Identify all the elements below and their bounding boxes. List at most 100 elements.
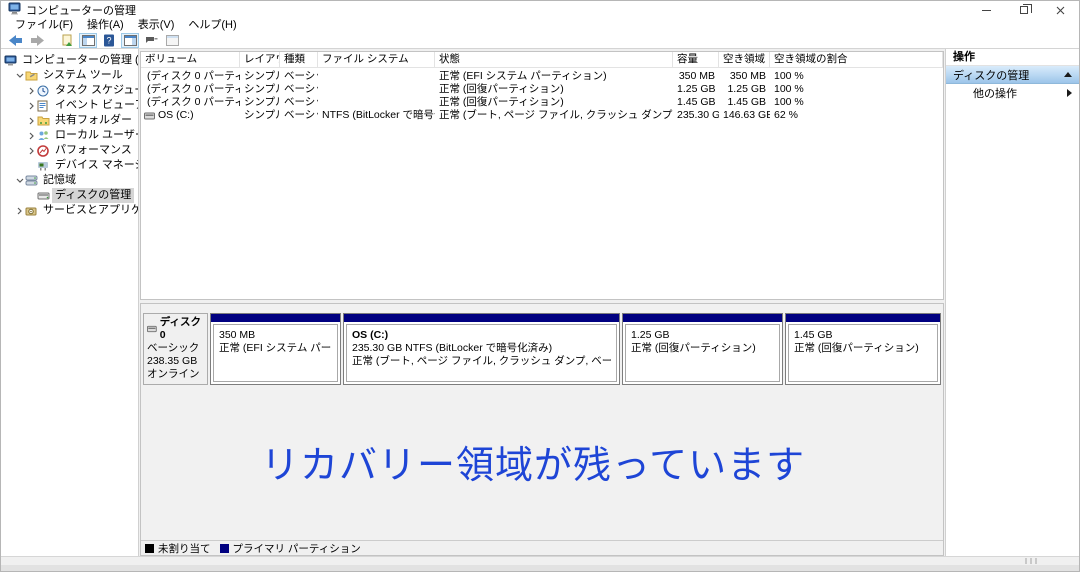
tree-item-label: デバイス マネージャー <box>52 158 138 173</box>
cell-free-percent: 100 % <box>770 96 943 109</box>
partition-os-c[interactable]: OS (C:) 235.30 GB NTFS (BitLocker で暗号化済み… <box>343 313 620 385</box>
disk-management-icon <box>37 191 52 201</box>
computer-management-window: コンピューターの管理 ファイル(F) 操作(A) 表示(V) ヘルプ(H) <box>0 0 1080 572</box>
services-icon <box>25 205 40 216</box>
system-tools-icon <box>25 70 40 81</box>
tree-item-label: パフォーマンス <box>52 143 135 158</box>
tree-item-computer-management-root[interactable]: コンピューターの管理 (ローカル) <box>1 53 138 68</box>
chevron-right-icon[interactable] <box>26 87 37 95</box>
column-header-filesystem[interactable]: ファイル システム <box>318 52 435 67</box>
volume-name: OS (C:) <box>158 109 194 122</box>
collapse-arrow-icon[interactable] <box>1064 72 1072 77</box>
tree-item-task-scheduler[interactable]: タスク スケジューラ <box>1 83 138 98</box>
volume-row[interactable]: (ディスク 0 パーティション 1) シンプル ベーシック 正常 (EFI シス… <box>141 70 943 83</box>
tree-item-local-users-groups[interactable]: ローカル ユーザーとグループ <box>1 128 138 143</box>
unallocated-swatch-icon <box>145 544 154 553</box>
column-header-status[interactable]: 状態 <box>435 52 673 67</box>
chevron-right-icon[interactable] <box>26 102 37 110</box>
cell-layout: シンプル <box>240 83 280 96</box>
tree-item-storage[interactable]: 記憶域 <box>1 173 138 188</box>
cell-free-space: 1.25 GB <box>719 83 770 96</box>
properties-button[interactable] <box>163 33 181 48</box>
tree-item-performance[interactable]: パフォーマンス <box>1 143 138 158</box>
close-button[interactable] <box>1042 1 1079 19</box>
cell-layout: シンプル <box>240 70 280 83</box>
more-actions-label: 他の操作 <box>973 85 1017 101</box>
tree-item-shared-folders[interactable]: 共有フォルダー <box>1 113 138 128</box>
legend-label: プライマリ パーティション <box>233 541 361 556</box>
cell-filesystem <box>318 96 435 109</box>
cell-status: 正常 (ブート, ページ ファイル, クラッシュ ダンプ, ベーシック データ … <box>435 109 673 122</box>
help-button[interactable]: ? <box>100 33 118 48</box>
menu-view[interactable]: 表示(V) <box>131 19 182 32</box>
cell-filesystem <box>318 70 435 83</box>
cell-capacity: 1.45 GB <box>673 96 719 109</box>
actions-group-title: ディスクの管理 <box>953 67 1029 83</box>
chevron-right-icon[interactable] <box>26 147 37 155</box>
cell-type: ベーシック <box>280 96 318 109</box>
volume-row[interactable]: (ディスク 0 パーティション 5) シンプル ベーシック 正常 (回復パーティ… <box>141 96 943 109</box>
performance-icon <box>37 145 52 157</box>
show-console-tree-icon <box>82 35 95 46</box>
legend-unallocated: 未割り当て <box>145 541 211 556</box>
tree-item-event-viewer[interactable]: イベント ビューアー <box>1 98 138 113</box>
cell-capacity: 350 MB <box>673 70 719 83</box>
tree-item-label: イベント ビューアー <box>52 98 138 113</box>
local-users-groups-icon <box>37 130 52 141</box>
show-console-tree-button[interactable] <box>79 33 97 48</box>
cell-filesystem <box>318 83 435 96</box>
legend-primary-partition: プライマリ パーティション <box>220 541 361 556</box>
popup-window-button[interactable] <box>142 33 160 48</box>
partition-efi[interactable]: 350 MB 正常 (EFI システム パーティション) <box>210 313 341 385</box>
tree-item-services-applications[interactable]: サービスとアプリケーション <box>1 203 138 218</box>
cell-status: 正常 (回復パーティション) <box>435 96 673 109</box>
column-header-free-percent[interactable]: 空き領域の割合 <box>770 52 943 67</box>
column-header-volume[interactable]: ボリューム <box>141 52 240 67</box>
cell-free-space: 146.63 GB <box>719 109 770 122</box>
cell-type: ベーシック <box>280 83 318 96</box>
minimize-button[interactable] <box>968 1 1005 19</box>
task-scheduler-icon <box>37 85 52 97</box>
chevron-down-icon[interactable] <box>14 178 25 183</box>
chevron-right-icon[interactable] <box>14 207 25 215</box>
menu-action[interactable]: 操作(A) <box>80 19 131 32</box>
tree-item-disk-management[interactable]: ディスクの管理 <box>1 188 138 203</box>
chevron-down-icon[interactable] <box>14 73 25 78</box>
volume-row[interactable]: OS (C:) シンプル ベーシック NTFS (BitLocker で暗号化済… <box>141 109 943 122</box>
primary-partition-swatch-icon <box>220 544 229 553</box>
tree-item-device-manager[interactable]: デバイス マネージャー <box>1 158 138 173</box>
partition-recovery-1[interactable]: 1.25 GB 正常 (回復パーティション) <box>622 313 783 385</box>
cell-free-space: 1.45 GB <box>719 96 770 109</box>
column-header-free-space[interactable]: 空き領域 <box>719 52 770 67</box>
menu-file[interactable]: ファイル(F) <box>8 19 80 32</box>
menu-help[interactable]: ヘルプ(H) <box>181 19 243 32</box>
chevron-right-icon[interactable] <box>26 117 37 125</box>
partition-recovery-2[interactable]: 1.45 GB 正常 (回復パーティション) <box>785 313 941 385</box>
partition-color-bar <box>786 314 940 322</box>
export-list-icon <box>61 34 74 47</box>
forward-icon <box>30 35 44 46</box>
back-button[interactable] <box>7 33 25 48</box>
chevron-right-icon[interactable] <box>26 132 37 140</box>
storage-icon <box>25 175 40 186</box>
more-actions-item[interactable]: 他の操作 <box>946 84 1079 102</box>
resize-grip[interactable] <box>1025 558 1039 564</box>
show-action-pane-button[interactable] <box>121 33 139 48</box>
export-list-button[interactable] <box>58 33 76 48</box>
tree-item-system-tools[interactable]: システム ツール <box>1 68 138 83</box>
status-bar <box>1 556 1079 565</box>
window-title: コンピューターの管理 <box>26 2 136 18</box>
volume-list-pane: ボリューム レイアウト 種類 ファイル システム 状態 容量 空き領域 空き領域… <box>140 51 944 300</box>
volume-row[interactable]: (ディスク 0 パーティション 4) シンプル ベーシック 正常 (回復パーティ… <box>141 83 943 96</box>
legend-label: 未割り当て <box>158 541 211 556</box>
column-header-type[interactable]: 種類 <box>280 52 318 67</box>
tree-item-label: サービスとアプリケーション <box>40 203 138 218</box>
disk-0-label[interactable]: ディスク 0 ベーシック 238.35 GB オンライン <box>143 313 208 385</box>
actions-group-disk-management[interactable]: ディスクの管理 <box>946 66 1079 84</box>
column-header-capacity[interactable]: 容量 <box>673 52 719 67</box>
restore-button[interactable] <box>1005 1 1042 19</box>
center-area: ボリューム レイアウト 種類 ファイル システム 状態 容量 空き領域 空き領域… <box>139 49 945 556</box>
column-header-layout[interactable]: レイアウト <box>240 52 280 67</box>
partition-color-bar <box>211 314 340 322</box>
forward-button[interactable] <box>28 33 46 48</box>
